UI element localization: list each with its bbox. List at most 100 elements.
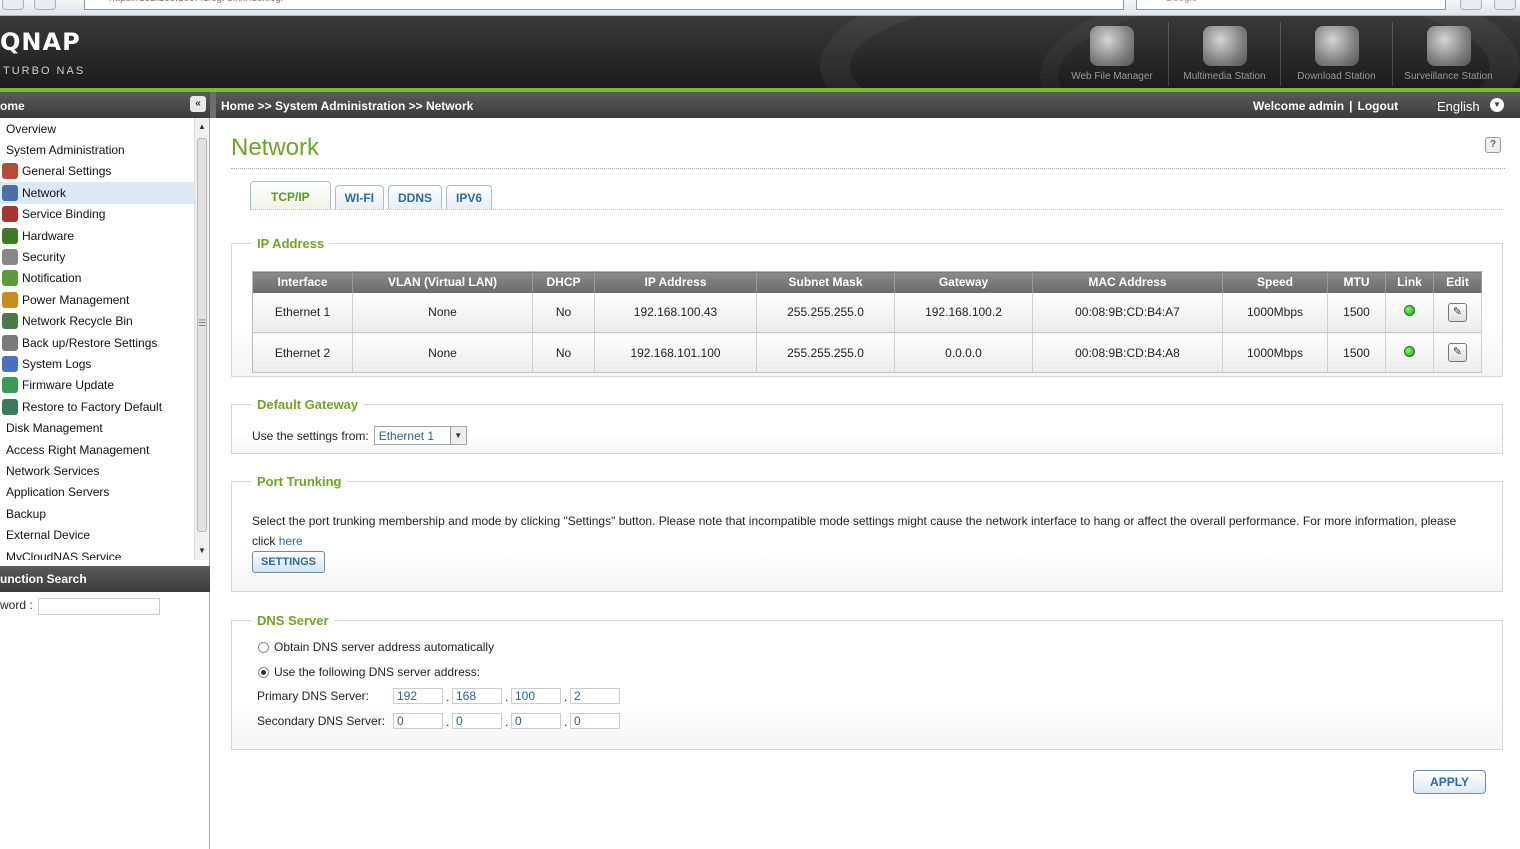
sidebar-item-network[interactable]: Network xyxy=(0,182,194,204)
gateway-select[interactable]: Ethernet 1 ▼ xyxy=(373,426,467,445)
column-header: IP Address xyxy=(594,271,757,293)
edit-icon[interactable]: ✎ xyxy=(1448,302,1467,322)
sidebar-item-access-right-management[interactable]: Access Right Management xyxy=(0,439,194,460)
secondary-dns-octet-3[interactable]: 0 xyxy=(511,713,561,729)
sidebar-item-label: Power Management xyxy=(22,292,130,307)
interface-cell: Ethernet 2 xyxy=(252,332,353,373)
sidebar-item-service-binding[interactable]: Service Binding xyxy=(0,204,194,225)
collapse-sidebar-button[interactable]: « xyxy=(190,96,206,112)
browser-back-button[interactable] xyxy=(2,0,24,10)
primary-dns-octet-1[interactable]: 192 xyxy=(393,688,443,704)
scroll-down-icon[interactable]: ▼ xyxy=(197,546,207,556)
sidebar-item-firmware-update[interactable]: Firmware Update xyxy=(0,375,194,396)
menu-item-icon xyxy=(2,313,18,330)
column-header: DHCP xyxy=(532,271,595,293)
sidebar-item-label: System Logs xyxy=(22,356,92,371)
secondary-dns-octet-4[interactable]: 0 xyxy=(570,713,620,729)
menu-item-icon xyxy=(2,398,18,415)
sidebar-item-network-recycle-bin[interactable]: Network Recycle Bin xyxy=(0,311,194,332)
language-select[interactable]: English xyxy=(1437,99,1480,114)
sidebar-item-application-servers[interactable]: Application Servers xyxy=(0,482,194,503)
sidebar-item-label: Firmware Update xyxy=(22,378,115,393)
sidebar-item-backup[interactable]: Backup xyxy=(0,503,194,524)
menu-item-icon xyxy=(2,206,18,223)
primary-dns-label: Primary DNS Server: xyxy=(257,689,370,703)
dns-auto-option[interactable]: Obtain DNS server address automatically xyxy=(258,640,494,654)
column-header: MAC Address xyxy=(1032,271,1223,293)
scrollbar-thumb[interactable] xyxy=(197,138,207,532)
title-divider xyxy=(231,168,1505,169)
sidebar-item-label: Restore to Factory Default xyxy=(22,399,163,414)
nav-bar: ome « Home >> System Administration >> N… xyxy=(0,92,1520,118)
help-icon[interactable]: ? xyxy=(1485,137,1501,153)
sidebar-item-external-device[interactable]: External Device xyxy=(0,524,194,545)
sidebar-item-security[interactable]: Security xyxy=(0,246,194,267)
function-search-label: word : xyxy=(0,598,33,612)
column-header: Link xyxy=(1385,271,1434,293)
dhcp-cell: No xyxy=(532,292,595,333)
app-label: Download Station xyxy=(1297,71,1376,82)
browser-forward-button[interactable] xyxy=(34,0,56,10)
dns-manual-option[interactable]: Use the following DNS server address: xyxy=(258,665,480,679)
more-info-link[interactable]: here xyxy=(279,534,303,548)
sidebar-item-overview[interactable]: Overview xyxy=(0,118,194,139)
gateway-label: Use the settings from: xyxy=(252,428,369,443)
column-header: MTU xyxy=(1327,271,1386,293)
browser-address-bar[interactable]: https://192.168.100.43/cgi-bin/index.cgi xyxy=(84,0,1124,10)
browser-search-bar[interactable]: Google xyxy=(1136,0,1446,10)
browser-home-button[interactable] xyxy=(1460,0,1482,10)
sidebar-item-general-settings[interactable]: General Settings xyxy=(0,161,194,182)
secondary-dns-octet-2[interactable]: 0 xyxy=(452,713,502,729)
surveillance-station-button[interactable]: Surveillance Station xyxy=(1392,22,1504,86)
primary-dns-octet-3[interactable]: 100 xyxy=(511,688,561,704)
tab-wifi[interactable]: WI-FI xyxy=(334,185,384,209)
tab-bar: TCP/IP WI-FI DDNS IPV6 xyxy=(250,181,496,209)
chevron-down-icon[interactable]: ▼ xyxy=(1490,98,1504,112)
vlan-cell: None xyxy=(352,332,533,373)
menu-item-icon xyxy=(2,291,18,308)
description-text: Select the port trunking membership and … xyxy=(252,514,1457,548)
settings-button[interactable]: SETTINGS xyxy=(252,551,325,573)
sidebar-scrollbar[interactable]: ▲ ☰ ▼ xyxy=(194,118,209,560)
download-station-icon xyxy=(1314,26,1359,66)
sidebar-item-hardware[interactable]: Hardware xyxy=(0,225,194,246)
table-row: Ethernet 2 None No 192.168.101.100 255.2… xyxy=(252,332,1482,373)
sidebar-item-disk-management[interactable]: Disk Management xyxy=(0,417,194,438)
apply-button[interactable]: APPLY xyxy=(1413,770,1486,794)
section-title: Port Trunking xyxy=(257,474,342,489)
sidebar-item-label: Hardware xyxy=(22,228,75,243)
sidebar-item-system-logs[interactable]: System Logs xyxy=(0,353,194,374)
sidebar-item-label: System Administration xyxy=(6,143,125,158)
section-title: DNS Server xyxy=(257,613,329,628)
chevron-down-icon[interactable]: ▼ xyxy=(449,427,466,444)
sidebar-item-mycloudnas-service[interactable]: MyCloudNAS Service xyxy=(0,546,194,561)
sidebar-item-power-management[interactable]: Power Management xyxy=(0,289,194,310)
download-station-button[interactable]: Download Station xyxy=(1280,22,1392,86)
edit-icon[interactable]: ✎ xyxy=(1448,343,1467,362)
sidebar-item-network-services[interactable]: Network Services xyxy=(0,460,194,481)
logout-link[interactable]: Logout xyxy=(1358,99,1399,113)
secondary-dns-octet-1[interactable]: 0 xyxy=(393,713,443,729)
dns-auto-radio[interactable] xyxy=(258,641,269,653)
function-search-input[interactable] xyxy=(38,598,160,615)
app-header: QNAP TURBO NAS Web File Manager Multimed… xyxy=(0,16,1520,88)
sidebar-item-back-up-restore-settings[interactable]: Back up/Restore Settings xyxy=(0,332,194,353)
tab-ipv6[interactable]: IPV6 xyxy=(446,185,493,209)
sidebar-item-notification[interactable]: Notification xyxy=(0,268,194,289)
tab-tcpip[interactable]: TCP/IP xyxy=(250,181,331,209)
multimedia-station-button[interactable]: Multimedia Station xyxy=(1168,22,1280,86)
sidebar-item-label: Disk Management xyxy=(6,421,103,436)
menu-item-icon xyxy=(2,163,18,180)
tab-divider xyxy=(250,209,1502,210)
browser-menu-button[interactable] xyxy=(1494,0,1516,10)
web-file-manager-button[interactable]: Web File Manager xyxy=(1056,22,1168,86)
tab-ddns[interactable]: DDNS xyxy=(388,185,443,209)
sidebar-item-restore-to-factory-default[interactable]: Restore to Factory Default xyxy=(0,396,194,417)
section-title: Default Gateway xyxy=(257,397,359,412)
dns-manual-radio[interactable] xyxy=(258,666,269,678)
scroll-up-icon[interactable]: ▲ xyxy=(197,122,207,132)
primary-dns-octet-4[interactable]: 2 xyxy=(570,688,620,704)
primary-dns-octet-2[interactable]: 168 xyxy=(452,688,502,704)
ip-cell: 192.168.100.43 xyxy=(594,292,757,333)
sidebar-item-system-administration[interactable]: System Administration xyxy=(0,139,194,160)
